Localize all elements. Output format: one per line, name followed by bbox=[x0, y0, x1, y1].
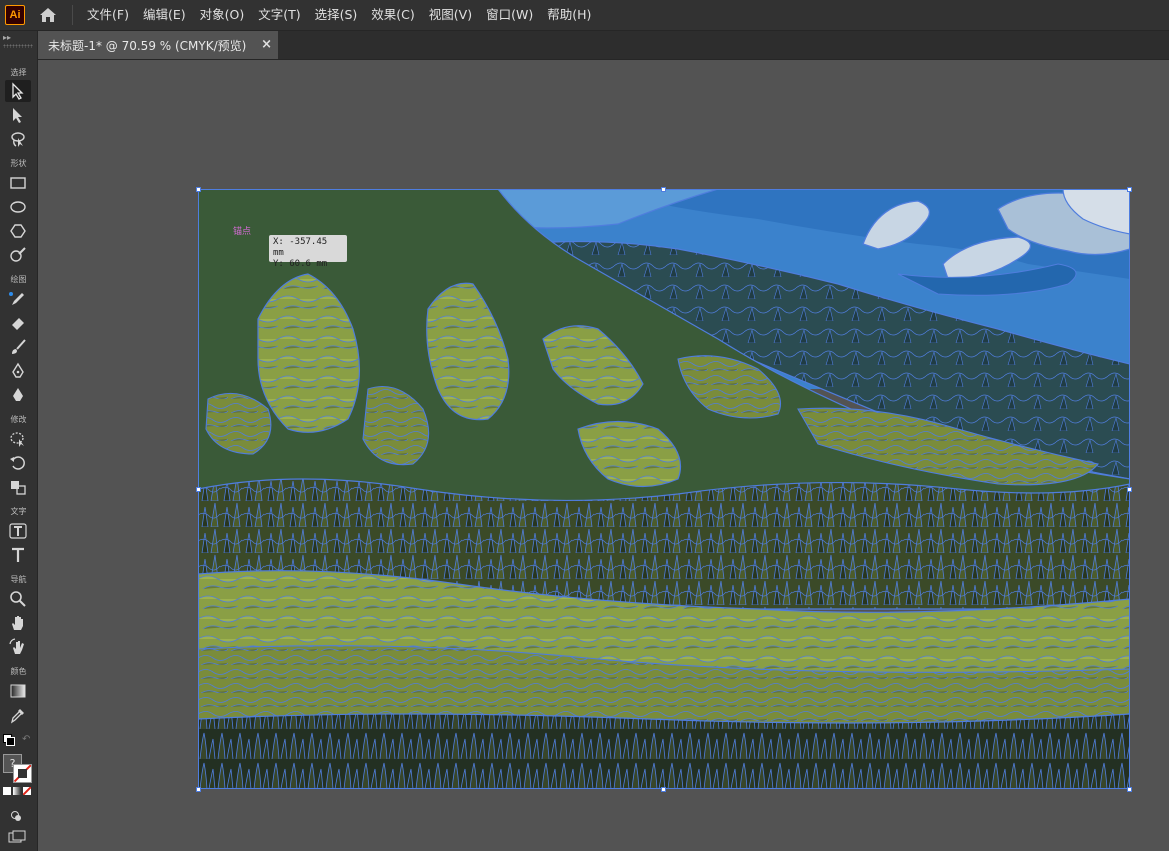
menu-edit[interactable]: 编辑(E) bbox=[136, 0, 193, 30]
rotate-view-tool-icon bbox=[9, 638, 24, 654]
polygon-tool-icon bbox=[10, 224, 26, 238]
zoom-tool-icon bbox=[10, 591, 26, 607]
section-label-draw: 绘图 bbox=[10, 275, 27, 284]
lasso-tool[interactable] bbox=[5, 128, 31, 150]
paintbrush-tool[interactable] bbox=[5, 336, 31, 358]
close-tab-icon[interactable]: × bbox=[261, 37, 272, 52]
document-tab-bar: 未标题-1* @ 70.59 % (CMYK/预览) × bbox=[38, 31, 1169, 60]
eraser-tool[interactable] bbox=[5, 312, 31, 334]
ellipse-tool-icon bbox=[10, 201, 26, 213]
curvature-tool[interactable] bbox=[5, 384, 31, 406]
section-label-modify: 修改 bbox=[10, 415, 27, 424]
menu-file[interactable]: 文件(F) bbox=[80, 0, 136, 30]
default-colors-button[interactable] bbox=[3, 734, 15, 746]
traced-landscape-artwork bbox=[198, 189, 1130, 789]
zoom-tool[interactable] bbox=[5, 588, 31, 610]
warp-tool-icon bbox=[10, 432, 24, 447]
coordinate-y: Y: 60.6 mm bbox=[273, 259, 328, 269]
scale-tool-icon bbox=[11, 481, 26, 495]
resize-handle-right[interactable] bbox=[1127, 487, 1132, 492]
resize-handle-top-left[interactable] bbox=[196, 187, 201, 192]
fill-stroke-widget[interactable]: ? bbox=[3, 754, 33, 784]
hand-tool[interactable] bbox=[5, 612, 31, 634]
direct-selection-tool-icon bbox=[13, 108, 22, 123]
gradient-tool-icon bbox=[10, 684, 26, 698]
eraser-tool-icon bbox=[12, 318, 24, 330]
curvature-tool-icon bbox=[13, 388, 23, 401]
scale-tool[interactable] bbox=[5, 476, 31, 498]
touch-type-tool[interactable] bbox=[5, 520, 31, 542]
shaper-tool-icon bbox=[10, 247, 26, 262]
hand-tool-icon bbox=[12, 616, 23, 630]
home-icon bbox=[40, 8, 56, 22]
section-label-select: 选择 bbox=[10, 68, 27, 77]
coordinate-tooltip: X: -357.45 mm Y: 60.6 mm bbox=[269, 235, 347, 269]
rectangle-tool-icon bbox=[10, 177, 26, 189]
section-label-shape: 形状 bbox=[10, 159, 27, 168]
gradient-tool[interactable] bbox=[5, 680, 31, 702]
section-label-color: 颜色 bbox=[10, 667, 27, 676]
menu-separator bbox=[72, 5, 73, 25]
warp-tool[interactable] bbox=[5, 428, 31, 450]
resize-handle-bottom-left[interactable] bbox=[196, 787, 201, 792]
home-button[interactable] bbox=[37, 4, 59, 26]
rotate-tool[interactable] bbox=[5, 452, 31, 474]
menu-effect[interactable]: 效果(C) bbox=[364, 0, 421, 30]
color-mode-buttons[interactable] bbox=[3, 787, 31, 795]
tools-panel: ▸▸ 选择 形状 绘图 修改 文字 导航 颜色 ↶ bbox=[0, 31, 38, 851]
rectangle-tool[interactable] bbox=[5, 172, 31, 194]
shaper-tool[interactable] bbox=[5, 244, 31, 266]
pen-tool[interactable] bbox=[5, 360, 31, 382]
selection-tool[interactable] bbox=[5, 80, 31, 102]
menu-type[interactable]: 文字(T) bbox=[251, 0, 307, 30]
menu-object[interactable]: 对象(O) bbox=[193, 0, 252, 30]
pencil-tool[interactable] bbox=[5, 288, 31, 310]
rotate-view-tool[interactable] bbox=[5, 636, 31, 658]
menu-help[interactable]: 帮助(H) bbox=[540, 0, 598, 30]
resize-handle-top[interactable] bbox=[661, 187, 666, 192]
direct-selection-tool[interactable] bbox=[5, 104, 31, 126]
resize-handle-top-right[interactable] bbox=[1127, 187, 1132, 192]
pencil-tool-icon bbox=[9, 292, 24, 305]
document-tab-title: 未标题-1* @ 70.59 % (CMYK/预览) bbox=[48, 38, 247, 53]
paintbrush-tool-icon bbox=[12, 339, 26, 354]
resize-handle-left[interactable] bbox=[196, 487, 201, 492]
artboard-image-trace[interactable] bbox=[198, 189, 1130, 789]
section-label-type: 文字 bbox=[10, 507, 27, 516]
screen-mode-icon[interactable] bbox=[8, 829, 26, 843]
color-mode-icon[interactable] bbox=[3, 787, 11, 795]
eyedropper-tool[interactable] bbox=[5, 704, 31, 726]
type-tool[interactable] bbox=[5, 544, 31, 566]
menu-bar: Ai 文件(F) 编辑(E) 对象(O) 文字(T) 选择(S) 效果(C) 视… bbox=[0, 0, 1169, 31]
lasso-tool-icon bbox=[11, 132, 25, 147]
ellipse-tool[interactable] bbox=[5, 196, 31, 218]
type-tool-icon bbox=[12, 547, 24, 562]
resize-handle-bottom-right[interactable] bbox=[1127, 787, 1132, 792]
menu-window[interactable]: 窗口(W) bbox=[479, 0, 540, 30]
pen-tool-icon bbox=[12, 362, 24, 378]
resize-handle-bottom[interactable] bbox=[661, 787, 666, 792]
selection-tool-icon bbox=[12, 82, 24, 100]
menu-select[interactable]: 选择(S) bbox=[308, 0, 365, 30]
illustrator-logo-icon: Ai bbox=[5, 5, 25, 25]
swap-colors-icon[interactable]: ↶ bbox=[22, 734, 30, 745]
collapse-panel-button[interactable]: ▸▸ bbox=[3, 33, 11, 42]
stroke-swatch[interactable] bbox=[13, 764, 32, 783]
touch-type-tool-icon bbox=[9, 523, 27, 539]
menu-view[interactable]: 视图(V) bbox=[422, 0, 479, 30]
polygon-tool[interactable] bbox=[5, 220, 31, 242]
rotate-tool-icon bbox=[10, 456, 25, 470]
coordinate-x: X: -357.45 mm bbox=[273, 237, 328, 258]
panel-grip[interactable] bbox=[3, 44, 33, 48]
section-label-navigate: 导航 bbox=[10, 575, 27, 584]
none-mode-icon[interactable] bbox=[23, 787, 31, 795]
draw-mode-icon[interactable] bbox=[10, 807, 22, 821]
gradient-mode-icon[interactable] bbox=[13, 787, 21, 795]
smart-guide-anchor-label: 锚点 bbox=[233, 227, 252, 237]
document-tab[interactable]: 未标题-1* @ 70.59 % (CMYK/预览) × bbox=[38, 31, 278, 59]
eyedropper-tool-icon bbox=[10, 709, 24, 724]
